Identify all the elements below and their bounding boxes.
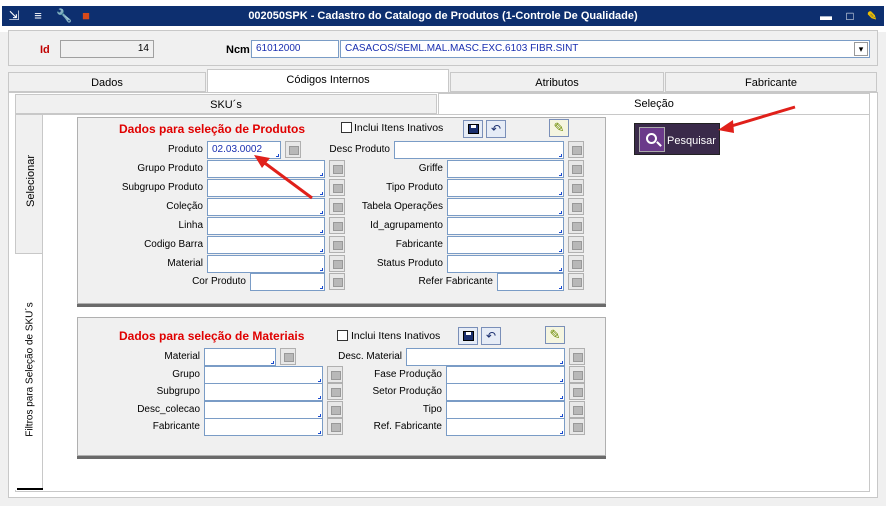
material-ref-fabricante-field[interactable] xyxy=(446,418,565,436)
material-desc-material-field[interactable] xyxy=(406,348,565,366)
produto-tipo-produto-field[interactable] xyxy=(447,179,564,197)
produto-fabricante-label: Fabricante xyxy=(395,239,443,250)
side-tab-selecionar-label: Selecionar xyxy=(25,155,37,207)
eraser-icon[interactable]: ✎ xyxy=(549,119,569,137)
material-fase-producao-field[interactable] xyxy=(446,366,565,384)
side-tab-filtros[interactable]: Filtros para Seleção de SKU´s xyxy=(15,254,43,490)
id-field[interactable]: 14 xyxy=(60,40,154,58)
chevron-down-icon[interactable]: ▾ xyxy=(854,42,868,56)
tab-dados[interactable]: Dados xyxy=(8,72,206,92)
produto-id-agrupamento-lookup-icon[interactable] xyxy=(568,217,584,234)
material-fabricante-label: Fabricante xyxy=(152,421,200,432)
pesquisar-label: Pesquisar xyxy=(667,135,716,147)
material-setor-producao-lookup-icon[interactable] xyxy=(569,383,585,400)
id-label: Id xyxy=(40,44,50,56)
materiais-inclui-inativos-label: Inclui Itens Inativos xyxy=(351,330,441,342)
material-grupo-label: Grupo xyxy=(172,369,200,380)
materiais-inclui-inativos-checkbox[interactable] xyxy=(337,330,348,341)
produto-cor-produto-label: Cor Produto xyxy=(192,276,246,287)
produto-griffe-lookup-icon[interactable] xyxy=(568,160,584,177)
ncm-desc-select[interactable]: CASACOS/SEML.MAL.MASC.EXC.6103 FIBR.SINT xyxy=(340,40,870,58)
material-desc-material-label: Desc. Material xyxy=(338,351,402,362)
produto-cor-produto-lookup-icon[interactable] xyxy=(329,273,345,290)
material-ref-fabricante-label: Ref. Fabricante xyxy=(373,421,442,432)
produto-id-agrupamento-field[interactable] xyxy=(447,217,564,235)
ncm-code-field[interactable]: 61012000 xyxy=(251,40,339,58)
produto-subgrupo-produto-label: Subgrupo Produto xyxy=(121,182,203,193)
produto-codigo-barra-label: Codigo Barra xyxy=(144,239,203,250)
produto-linha-label: Linha xyxy=(178,220,203,231)
produtos-inclui-inativos-label: Inclui Itens Inativos xyxy=(354,122,444,134)
produto-refer-fabricante-field[interactable] xyxy=(497,273,564,291)
title-bar: ⇲ ≡ 🔧 ■ 002050SPK - Cadastro do Catalogo… xyxy=(0,0,886,32)
produto-tipo-produto-lookup-icon[interactable] xyxy=(568,179,584,196)
tab-selecao[interactable]: Seleção xyxy=(438,93,870,115)
produto-fabricante-field[interactable] xyxy=(447,236,564,254)
tab-atributos[interactable]: Atributos xyxy=(450,72,664,92)
produto-desc-produto-lookup-icon[interactable] xyxy=(568,141,584,158)
produto-tipo-produto-label: Tipo Produto xyxy=(386,182,443,193)
undo-icon[interactable]: ↶ xyxy=(481,327,501,345)
produto-griffe-label: Griffe xyxy=(418,163,443,174)
side-tab-filtros-label: Filtros para Seleção de SKU´s xyxy=(24,302,36,437)
pencil-icon[interactable]: ✎ xyxy=(864,8,880,24)
undo-icon[interactable]: ↶ xyxy=(486,120,506,138)
produto-cor-produto-field[interactable] xyxy=(250,273,325,291)
produto-status-produto-lookup-icon[interactable] xyxy=(568,255,584,272)
maximize-button[interactable]: □ xyxy=(842,8,858,24)
tab-fabricante[interactable]: Fabricante xyxy=(665,72,877,92)
produto-tabela-operacoes-lookup-icon[interactable] xyxy=(568,198,584,215)
window-title: 002050SPK - Cadastro do Catalogo de Prod… xyxy=(248,10,638,22)
tab-codigos-internos[interactable]: Códigos Internos xyxy=(207,69,449,93)
eraser-icon[interactable]: ✎ xyxy=(545,326,565,344)
produto-colecao-label: Coleção xyxy=(166,201,203,212)
material-fase-producao-lookup-icon[interactable] xyxy=(569,366,585,383)
material-fase-producao-label: Fase Produção xyxy=(374,369,442,380)
produto-refer-fabricante-lookup-icon[interactable] xyxy=(568,273,584,290)
produto-tabela-operacoes-field[interactable] xyxy=(447,198,564,216)
produto-griffe-field[interactable] xyxy=(447,160,564,178)
ncm-desc-value: CASACOS/SEML.MAL.MASC.EXC.6103 FIBR.SINT xyxy=(345,43,579,54)
material-setor-producao-field[interactable] xyxy=(446,383,565,401)
pesquisar-button[interactable]: Pesquisar xyxy=(634,123,720,155)
material-subgrupo-label: Subgrupo xyxy=(156,386,200,397)
tab-skus[interactable]: SKU´s xyxy=(15,94,437,114)
produto-produto-label: Produto xyxy=(167,144,203,155)
material-desc-material-lookup-icon[interactable] xyxy=(569,348,585,365)
produto-tabela-operacoes-label: Tabela Operações xyxy=(361,201,443,212)
save-icon[interactable] xyxy=(463,120,483,138)
side-tab-indicator xyxy=(17,488,43,490)
material-desc-colecao-label: Desc_colecao xyxy=(137,404,200,415)
produto-fabricante-lookup-icon[interactable] xyxy=(568,236,584,253)
material-ref-fabricante-lookup-icon[interactable] xyxy=(569,418,585,435)
produto-id-agrupamento-label: Id_agrupamento xyxy=(370,220,443,231)
produtos-inclui-inativos-checkbox[interactable] xyxy=(341,122,352,133)
produtos-title: Dados para seleção de Produtos xyxy=(119,122,306,136)
material-material-label: Material xyxy=(164,351,200,362)
produto-status-produto-label: Status Produto xyxy=(376,258,443,269)
produto-material-label: Material xyxy=(167,258,203,269)
save-icon[interactable] xyxy=(458,327,478,345)
material-setor-producao-label: Setor Produção xyxy=(372,386,443,397)
material-tipo-field[interactable] xyxy=(446,401,565,419)
material-tipo-label: Tipo xyxy=(422,404,442,415)
produto-refer-fabricante-label: Refer Fabricante xyxy=(418,276,493,287)
minimize-button[interactable]: ▬ xyxy=(818,8,834,24)
produto-status-produto-field[interactable] xyxy=(447,255,564,273)
ncm-label: Ncm xyxy=(226,44,250,56)
produto-grupo-produto-label: Grupo Produto xyxy=(137,163,203,174)
search-icon xyxy=(639,127,665,152)
produto-desc-produto-label: Desc Produto xyxy=(329,144,390,155)
produto-desc-produto-field[interactable] xyxy=(394,141,564,159)
material-tipo-lookup-icon[interactable] xyxy=(569,401,585,418)
materiais-title: Dados para seleção de Materiais xyxy=(119,329,305,343)
side-tab-selecionar[interactable]: Selecionar xyxy=(15,114,43,254)
